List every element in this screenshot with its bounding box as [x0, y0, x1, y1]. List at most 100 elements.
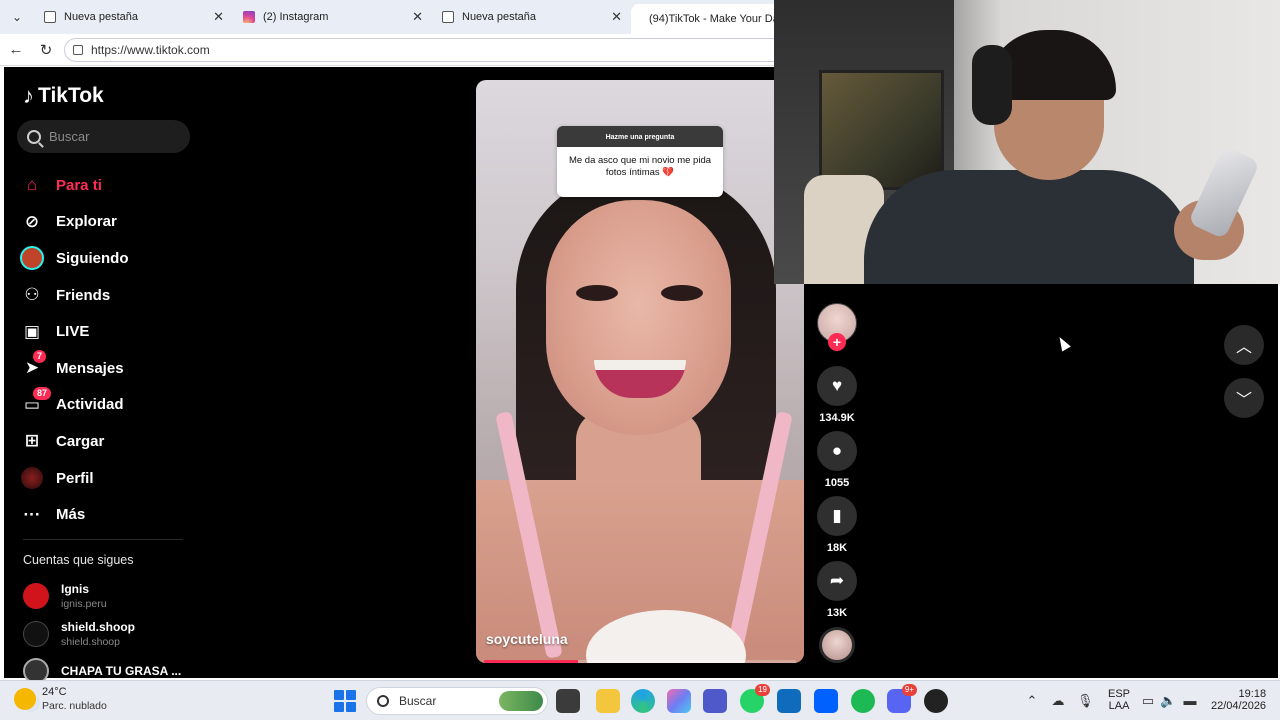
store-icon[interactable] [777, 689, 801, 713]
account-handle: ignis.peru [61, 598, 107, 610]
weather-partly-cloudy-icon [14, 688, 36, 710]
search-icon [27, 129, 41, 144]
following-account[interactable]: shield.shoop shield.shoop [23, 620, 135, 648]
windows-start-icon[interactable] [334, 690, 356, 712]
nav-label: Más [56, 506, 86, 524]
video-figure-eye [576, 285, 618, 301]
spotify-icon[interactable] [851, 689, 875, 713]
whatsapp-icon[interactable]: 19 [740, 684, 770, 713]
music-disc-avatar[interactable] [819, 627, 855, 663]
nav-item-live[interactable]: ▣ LIVE [20, 313, 200, 350]
nav-item-mensajes[interactable]: ➤ 7 Mensajes [20, 350, 200, 387]
activity-badge: 87 [33, 386, 52, 400]
following-section-title: Cuentas que sigues [23, 553, 134, 567]
nav-item-actividad[interactable]: ▭ 87 Actividad [20, 386, 200, 424]
nav-label: Cargar [56, 432, 105, 450]
chevron-up-icon[interactable]: ⌃ [1024, 693, 1040, 709]
chevron-down-icon: ﹀ [1235, 392, 1252, 409]
nav-item-siguiendo[interactable]: Siguiendo [20, 240, 200, 277]
previous-video-button[interactable]: ︿ [1224, 325, 1264, 365]
copilot-icon[interactable] [667, 689, 691, 713]
tab-search-chevron-icon[interactable]: ⌄ [6, 7, 28, 27]
save-count: 18K [826, 542, 848, 554]
activity-icon: ▭ 87 [20, 386, 52, 417]
search-highlight-image [499, 691, 543, 711]
video-figure-eye [661, 285, 703, 301]
next-video-button[interactable]: ﹀ [1224, 378, 1264, 418]
webcam-window [819, 70, 944, 190]
nav-label: Friends [56, 286, 111, 304]
clock[interactable]: 19:18 22/04/2026 [1211, 688, 1266, 712]
close-icon[interactable]: ✕ [213, 9, 224, 25]
nav-item-cargar[interactable]: ⊞ Cargar [20, 423, 200, 460]
search-input[interactable]: Buscar [17, 120, 190, 153]
browser-tab[interactable]: Nueva pestaña ✕ [34, 4, 232, 30]
nav-item-explorar[interactable]: ⊘ Explorar [20, 204, 200, 241]
site-info-icon[interactable] [73, 45, 83, 55]
taskbar-search[interactable]: Buscar [366, 687, 548, 715]
question-sticker: Hazme una pregunta Me da asco que mi nov… [557, 126, 723, 197]
battery-icon[interactable]: ▬ [1182, 693, 1198, 709]
account-handle: shield.shoop [61, 636, 120, 648]
browser-tab[interactable]: Nueva pestaña ✕ [432, 4, 630, 30]
comment-icon: ● [817, 431, 857, 471]
reload-icon[interactable]: ↻ [36, 41, 56, 59]
teams-icon[interactable] [703, 689, 727, 713]
live-icon: ▣ [23, 321, 41, 341]
onedrive-icon[interactable]: ☁ [1050, 693, 1066, 709]
close-icon[interactable]: ✕ [412, 9, 423, 25]
video-creator-name[interactable]: soycuteluna [486, 631, 568, 647]
nav-item-para-ti[interactable]: ⌂ Para ti [20, 167, 200, 204]
comment-button[interactable]: ● 1055 [817, 431, 857, 489]
heart-icon: ♥ [817, 366, 857, 406]
obs-icon[interactable] [924, 689, 948, 713]
nav-item-friends[interactable]: ⚇ Friends [20, 277, 200, 314]
upload-icon: ⊞ [24, 431, 40, 451]
nav-label: Mensajes [56, 359, 124, 377]
clock-date: 22/04/2026 [1211, 700, 1267, 712]
share-button[interactable]: ➦ 13K [817, 561, 857, 619]
close-icon[interactable]: ✕ [611, 9, 622, 25]
microphone-icon[interactable]: 🎙 [1077, 693, 1094, 709]
page-icon [442, 11, 454, 23]
language-code: ESP [1108, 688, 1131, 700]
edge-browser-icon[interactable] [631, 689, 655, 713]
network-icon[interactable]: ▭ [1140, 693, 1156, 709]
following-account[interactable]: Ignis ignis.peru [23, 582, 107, 610]
tiktok-note-icon: ♪ [23, 83, 34, 108]
task-view-icon[interactable] [556, 689, 580, 713]
language-indicator[interactable]: ESP LAA [1108, 688, 1130, 712]
comment-count: 1055 [824, 477, 850, 489]
browser-tab-active[interactable]: (94)TikTok - Make Your Day [631, 4, 781, 34]
share-icon: ➦ [817, 561, 857, 601]
dropbox-icon[interactable] [814, 689, 838, 713]
tiktok-logo[interactable]: ♪ TikTok [23, 83, 104, 109]
bookmark-icon: ▮ [817, 496, 857, 536]
volume-icon[interactable]: 🔈 [1160, 693, 1176, 709]
messages-icon: ➤ 7 [20, 350, 47, 380]
nav-item-perfil[interactable]: Perfil [20, 460, 200, 497]
compass-icon: ⊘ [24, 211, 40, 231]
file-explorer-icon[interactable] [596, 689, 620, 713]
save-button[interactable]: ▮ 18K [817, 496, 857, 554]
like-button[interactable]: ♥ 134.9K [817, 366, 857, 424]
webcam-phone [1187, 145, 1261, 240]
video-figure-mouth [594, 360, 686, 398]
video-progress-fill [484, 660, 578, 663]
keyboard-layout: LAA [1108, 700, 1130, 712]
video-progress-bar[interactable] [484, 660, 796, 663]
avatar [23, 621, 49, 647]
discord-icon[interactable]: 9+ [887, 684, 917, 713]
video-player[interactable]: Hazme una pregunta Me da asco que mi nov… [476, 80, 804, 663]
brand-name: TikTok [38, 84, 104, 107]
account-name: CHAPA TU GRASA ... [61, 664, 182, 678]
back-arrow-icon[interactable]: ← [6, 41, 26, 58]
browser-tab[interactable]: (2) Instagram ✕ [233, 4, 431, 30]
follow-plus-icon[interactable]: + [828, 333, 846, 351]
instagram-icon [243, 11, 255, 23]
nav-item-mas[interactable]: ··· Más [20, 496, 200, 533]
whatsapp-badge: 19 [755, 684, 770, 696]
weather-widget[interactable]: 24°C Parc. nublado [14, 686, 107, 712]
nav-label: LIVE [56, 323, 90, 341]
webcam-person-body [864, 170, 1194, 284]
